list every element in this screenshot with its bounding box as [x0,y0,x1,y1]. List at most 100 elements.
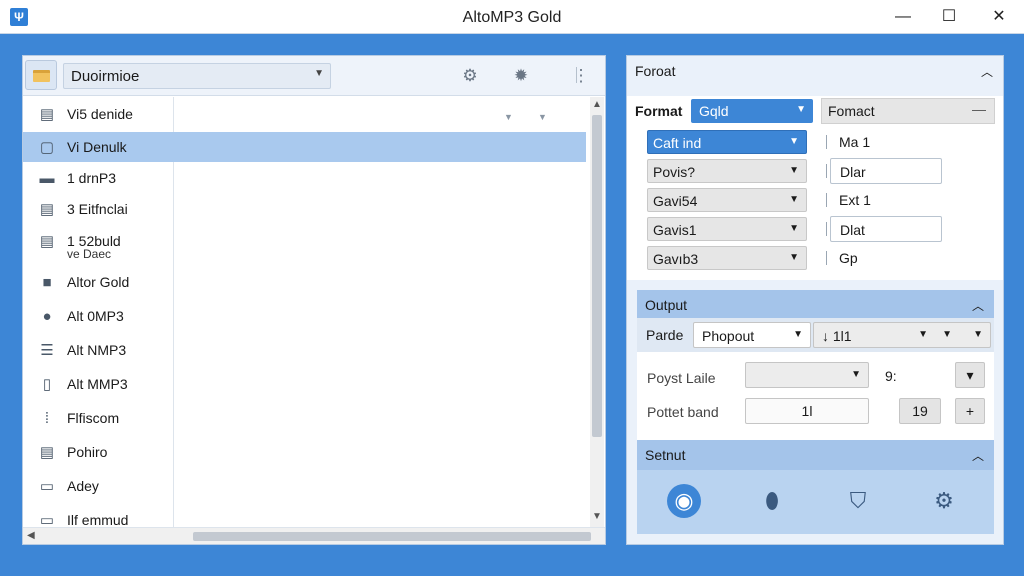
scroll-left-icon[interactable]: ◀ [27,530,35,541]
output-band-value-button[interactable]: 19 [899,398,941,424]
output-row2-dropdown-button[interactable]: ▾ [955,362,985,388]
file-item-label: Flfiscom [67,410,120,426]
format-section-title: Foroat [635,63,676,79]
settings-section-header[interactable]: Setnut ︿ [637,440,994,470]
options-panel: Foroat ︿ Format Gqld ▼ Fomact — Caft ind… [626,55,1004,545]
format-option-value: Gavıb3 [653,251,699,267]
scroll-thumb[interactable] [592,115,602,437]
file-item[interactable]: ⁞ Flfiscom [23,403,586,433]
list-icon: ☰ [40,342,54,359]
format-dropdown[interactable]: Gqld ▼ [691,99,813,123]
vertical-scrollbar[interactable]: ▲ ▼ [590,97,604,527]
disc-icon: ● [42,308,52,325]
scroll-down-icon[interactable]: ▼ [590,511,604,522]
file-item[interactable]: ▤ 3 Eitfnclai [23,194,586,224]
chevron-down-icon: ▼ [793,329,803,340]
file-item-label: Altor Gold [67,274,130,290]
output-add-button[interactable]: + [955,398,985,424]
format-option-value: Caft ind [653,135,702,151]
format-value-label: Ext 1 [830,187,950,213]
file-item-label: Alt NMP3 [67,342,127,358]
settings-gear-icon[interactable]: ⚙ [459,65,481,87]
maximize-button[interactable]: ☐ [926,0,972,34]
output-row2-label: Poyst Laile [647,370,716,386]
format-options-header[interactable]: Fomact — [821,98,995,124]
file-item[interactable]: ▤ Vi5 denide [23,99,586,129]
format-option-dropdown[interactable]: Gavi54 ▼ [647,188,807,212]
format-value-label: Ma 1 [830,129,950,155]
format-value-text: Ma 1 [839,134,871,150]
file-item[interactable]: ▢ Vi Denulk [23,132,586,162]
file-item[interactable]: ▭ Adey [23,471,586,501]
shield-icon[interactable]: ⛉ [841,484,875,518]
chevron-down-icon: ▼ [789,136,799,147]
output-bitrate-dropdown[interactable]: ↓ 1l1 ▼ ▼ ▼ [813,322,991,348]
chevron-up-icon[interactable]: ︿ [972,297,984,314]
file-item-sublabel: ve Daec [67,247,112,261]
chevron-down-icon: ▼ [789,223,799,234]
chevron-down-icon: ▼ [789,252,799,263]
collapse-icon[interactable]: — [972,101,986,117]
file-item[interactable]: ☰ Alt NMP3 [23,335,586,365]
more-options-icon[interactable]: ⋮ [570,65,592,87]
hscroll-thumb[interactable] [193,532,591,541]
file-item[interactable]: ● Alt 0MP3 [23,301,586,331]
settings-area: ◉ ⬮ ⛉ ⚙ [637,470,994,534]
output-profile-dropdown[interactable]: Phopout ▼ [693,322,811,348]
folder-icon: ▬ [39,170,55,187]
file-item[interactable]: ■ Altor Gold [23,267,586,297]
format-selected-value: Gqld [699,103,729,119]
output-band-input[interactable]: 1l [745,398,869,424]
document-icon: ▤ [39,106,55,123]
chevron-down-icon: ▼ [789,165,799,176]
document-icon: ▤ [39,233,55,250]
value-divider [826,193,827,207]
format-options-title: Fomact [828,103,875,119]
format-value-input[interactable]: Dlat [830,216,942,242]
file-item-label: Vi5 denide [67,106,133,122]
chevron-down-icon: ▼ [851,369,861,380]
file-item-label: Ilf emmud [67,512,129,528]
format-option-dropdown[interactable]: Gavis1 ▼ [647,217,807,241]
chevron-up-icon[interactable]: ︿ [981,63,993,80]
value-divider [826,251,827,265]
format-option-value: Povis? [653,164,696,180]
file-item-label: Alt MMP3 [67,376,128,392]
document-icon: ▤ [39,201,55,218]
scroll-up-icon[interactable]: ▲ [590,99,604,110]
phone-icon: ▯ [42,376,52,393]
open-folder-button[interactable] [25,60,57,90]
output-bitrate-value: ↓ 1l1 [822,328,852,344]
chevron-down-icon: ▼ [314,68,324,79]
path-value: Duoirmioe [71,68,140,85]
gear-icon[interactable]: ⚙ [927,484,961,518]
path-dropdown[interactable]: Duoirmioe ▼ [63,63,331,89]
format-option-dropdown[interactable]: Povis? ▼ [647,159,807,183]
format-option-value: Gavis1 [653,222,697,238]
file-item[interactable]: ▯ Alt MMP3 [23,369,586,399]
file-item-label: Alt 0MP3 [67,308,124,324]
output-section-header[interactable]: Output ︿ [637,290,994,320]
file-item[interactable]: ▬ 1 drnP3 [23,163,586,193]
format-value-text: Dlat [840,222,865,238]
mouse-icon[interactable]: ⬮ [755,484,789,518]
file-item[interactable]: ▤ Pohiro [23,437,586,467]
close-button[interactable]: ✕ [976,0,1022,34]
file-item-label: 3 Eitfnclai [67,201,128,217]
horizontal-scrollbar[interactable]: ◀ [23,527,605,544]
format-option-dropdown[interactable]: Gavıb3 ▼ [647,246,807,270]
chevron-up-icon[interactable]: ︿ [972,447,984,464]
output-row2-small: 9: [885,368,897,384]
format-option-dropdown[interactable]: Caft ind ▼ [647,130,807,154]
minimize-button[interactable]: — [880,0,926,34]
format-value-text: Gp [839,250,858,266]
disc-icon[interactable]: ◉ [667,484,701,518]
format-value-input[interactable]: Dlar [830,158,942,184]
output-location-dropdown[interactable]: ▼ [745,362,869,388]
chevron-down-icon: ▼ [796,104,806,115]
bug-icon[interactable]: ✹ [510,65,532,87]
file-item-label: 1 drnP3 [67,170,117,186]
format-section-header[interactable]: Foroat ︿ [627,56,1003,86]
format-value-label: Gp [830,245,950,271]
window-title: AltoMP3 Gold [462,9,562,26]
